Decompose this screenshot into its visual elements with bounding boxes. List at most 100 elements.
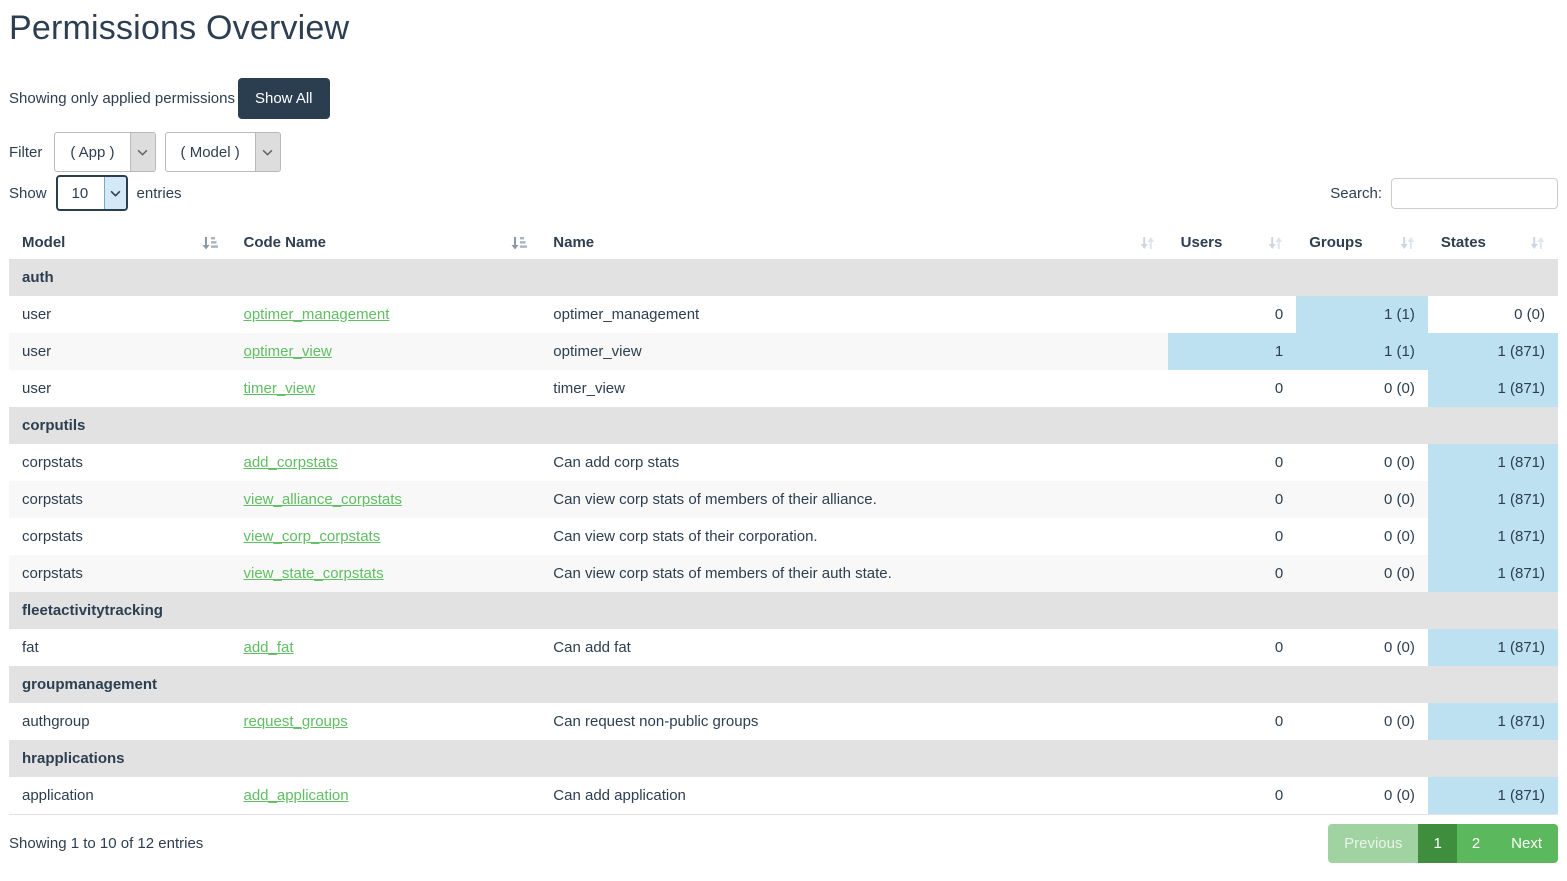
pagination: Previous12Next [1328,824,1558,863]
code-name-link[interactable]: optimer_management [244,306,390,323]
name-cell: timer_view [540,370,1167,407]
app-filter-value: ( App ) [55,133,129,171]
code-name-link[interactable]: timer_view [244,380,316,397]
name-cell: Can view corp stats of members of their … [540,555,1167,592]
sort-both-icon [1268,236,1283,250]
users-count-cell: 0 [1168,444,1297,481]
code-name-link[interactable]: view_state_corpstats [244,565,384,582]
sort-both-icon [1400,236,1415,250]
group-header-row: hrapplications [9,740,1558,777]
chevron-down-icon [104,177,126,209]
groups-count-cell: 0 (0) [1296,518,1428,555]
column-label: States [1441,234,1486,251]
code-name-link[interactable]: add_application [244,787,349,804]
column-header-users[interactable]: Users [1168,228,1297,259]
states-count-cell: 1 (871) [1428,370,1558,407]
name-cell: optimer_view [540,333,1167,370]
name-cell: Can view corp stats of members of their … [540,481,1167,518]
states-count-cell: 1 (871) [1428,444,1558,481]
groups-count-cell: 1 (1) [1296,296,1428,333]
model-cell: application [9,777,231,815]
column-header-groups[interactable]: Groups [1296,228,1428,259]
groups-count-cell: 0 (0) [1296,777,1428,815]
states-count-cell: 1 (871) [1428,629,1558,666]
code-name-cell: view_alliance_corpstats [231,481,541,518]
pagination-next-button[interactable]: Next [1495,824,1558,863]
groups-count-cell: 0 (0) [1296,481,1428,518]
code-name-link[interactable]: request_groups [244,713,348,730]
permission-row: application add_application Can add applic… [9,777,1558,815]
code-name-link[interactable]: view_corp_corpstats [244,528,381,545]
name-cell: optimer_management [540,296,1167,333]
column-label: Groups [1309,234,1362,251]
pagination-page-2[interactable]: 2 [1457,824,1495,863]
states-count-cell: 1 (871) [1428,777,1558,815]
column-label: Name [553,234,594,251]
permission-row: corpstatsadd_corpstatsCan add corp stats… [9,444,1558,481]
code-name-cell: request_groups [231,703,541,740]
users-count-cell: 0 [1168,481,1297,518]
users-count-cell: 0 [1168,629,1297,666]
permission-row: authgrouprequest_groupsCan request non-p… [9,703,1558,740]
permissions-overview-page: Permissions Overview Showing only applie… [9,9,1558,875]
groups-count-cell: 0 (0) [1296,629,1428,666]
page-length-control: Show 10 entries [9,175,182,211]
group-header-row: auth [9,259,1558,296]
search-input[interactable] [1391,178,1558,209]
code-name-cell: add_application [231,777,541,815]
states-count-cell: 1 (871) [1428,333,1558,370]
sort-amount-icon [202,236,218,250]
app-filter-select[interactable]: ( App ) [54,132,155,172]
code-name-cell: view_state_corpstats [231,555,541,592]
name-cell: Can view corp stats of their corporation… [540,518,1167,555]
code-name-cell: add_corpstats [231,444,541,481]
model-cell: corpstats [9,444,231,481]
search-control: Search: [1330,178,1558,209]
table-footer: Showing 1 to 10 of 12 entries Previous12… [9,824,1558,875]
groups-count-cell: 0 (0) [1296,444,1428,481]
group-name: corputils [9,407,1558,444]
group-name: fleetactivitytracking [9,592,1558,629]
users-count-cell: 0 [1168,296,1297,333]
states-count-cell: 1 (871) [1428,481,1558,518]
code-name-link[interactable]: add_corpstats [244,454,338,471]
model-cell: user [9,370,231,407]
states-count-cell: 1 (871) [1428,555,1558,592]
name-cell: Can request non-public groups [540,703,1167,740]
group-header-row: groupmanagement [9,666,1558,703]
groups-count-cell: 1 (1) [1296,333,1428,370]
model-filter-value: ( Model ) [166,133,255,171]
column-header-states[interactable]: States [1428,228,1558,259]
permission-row: corpstatsview_corp_corpstatsCan view cor… [9,518,1558,555]
code-name-cell: timer_view [231,370,541,407]
page-length-select[interactable]: 10 [56,175,128,211]
users-count-cell: 0 [1168,703,1297,740]
table-controls-bar: Show 10 entries Search: [9,175,1558,211]
model-cell: user [9,296,231,333]
code-name-cell: optimer_view [231,333,541,370]
code-name-link[interactable]: view_alliance_corpstats [244,491,402,508]
applied-permissions-text: Showing only applied permissions [9,90,235,107]
code-name-link[interactable]: add_fat [244,639,294,656]
permission-row: corpstats view_alliance_corpstats Can view… [9,481,1558,518]
column-header-code[interactable]: Code Name [231,228,541,259]
column-label: Model [22,234,65,251]
table-header: Model Code Name Name Users Groups States [9,228,1558,259]
pagination-page-1[interactable]: 1 [1418,824,1456,863]
model-filter-select[interactable]: ( Model ) [165,132,281,172]
name-cell: Can add application [540,777,1167,815]
chevron-down-icon [255,133,280,171]
column-header-name[interactable]: Name [540,228,1167,259]
permission-row: user optimer_management optimer_management… [9,296,1558,333]
show-label: Show [9,185,47,202]
model-cell: fat [9,629,231,666]
states-count-cell: 1 (871) [1428,703,1558,740]
code-name-link[interactable]: optimer_view [244,343,332,360]
code-name-cell: add_fat [231,629,541,666]
column-header-model[interactable]: Model [9,228,231,259]
model-cell: corpstats [9,481,231,518]
permission-row: useroptimer_viewoptimer_view11 (1)1 (871… [9,333,1558,370]
show-all-button[interactable]: Show All [238,78,330,119]
groups-count-cell: 0 (0) [1296,555,1428,592]
sort-amount-icon [511,236,527,250]
